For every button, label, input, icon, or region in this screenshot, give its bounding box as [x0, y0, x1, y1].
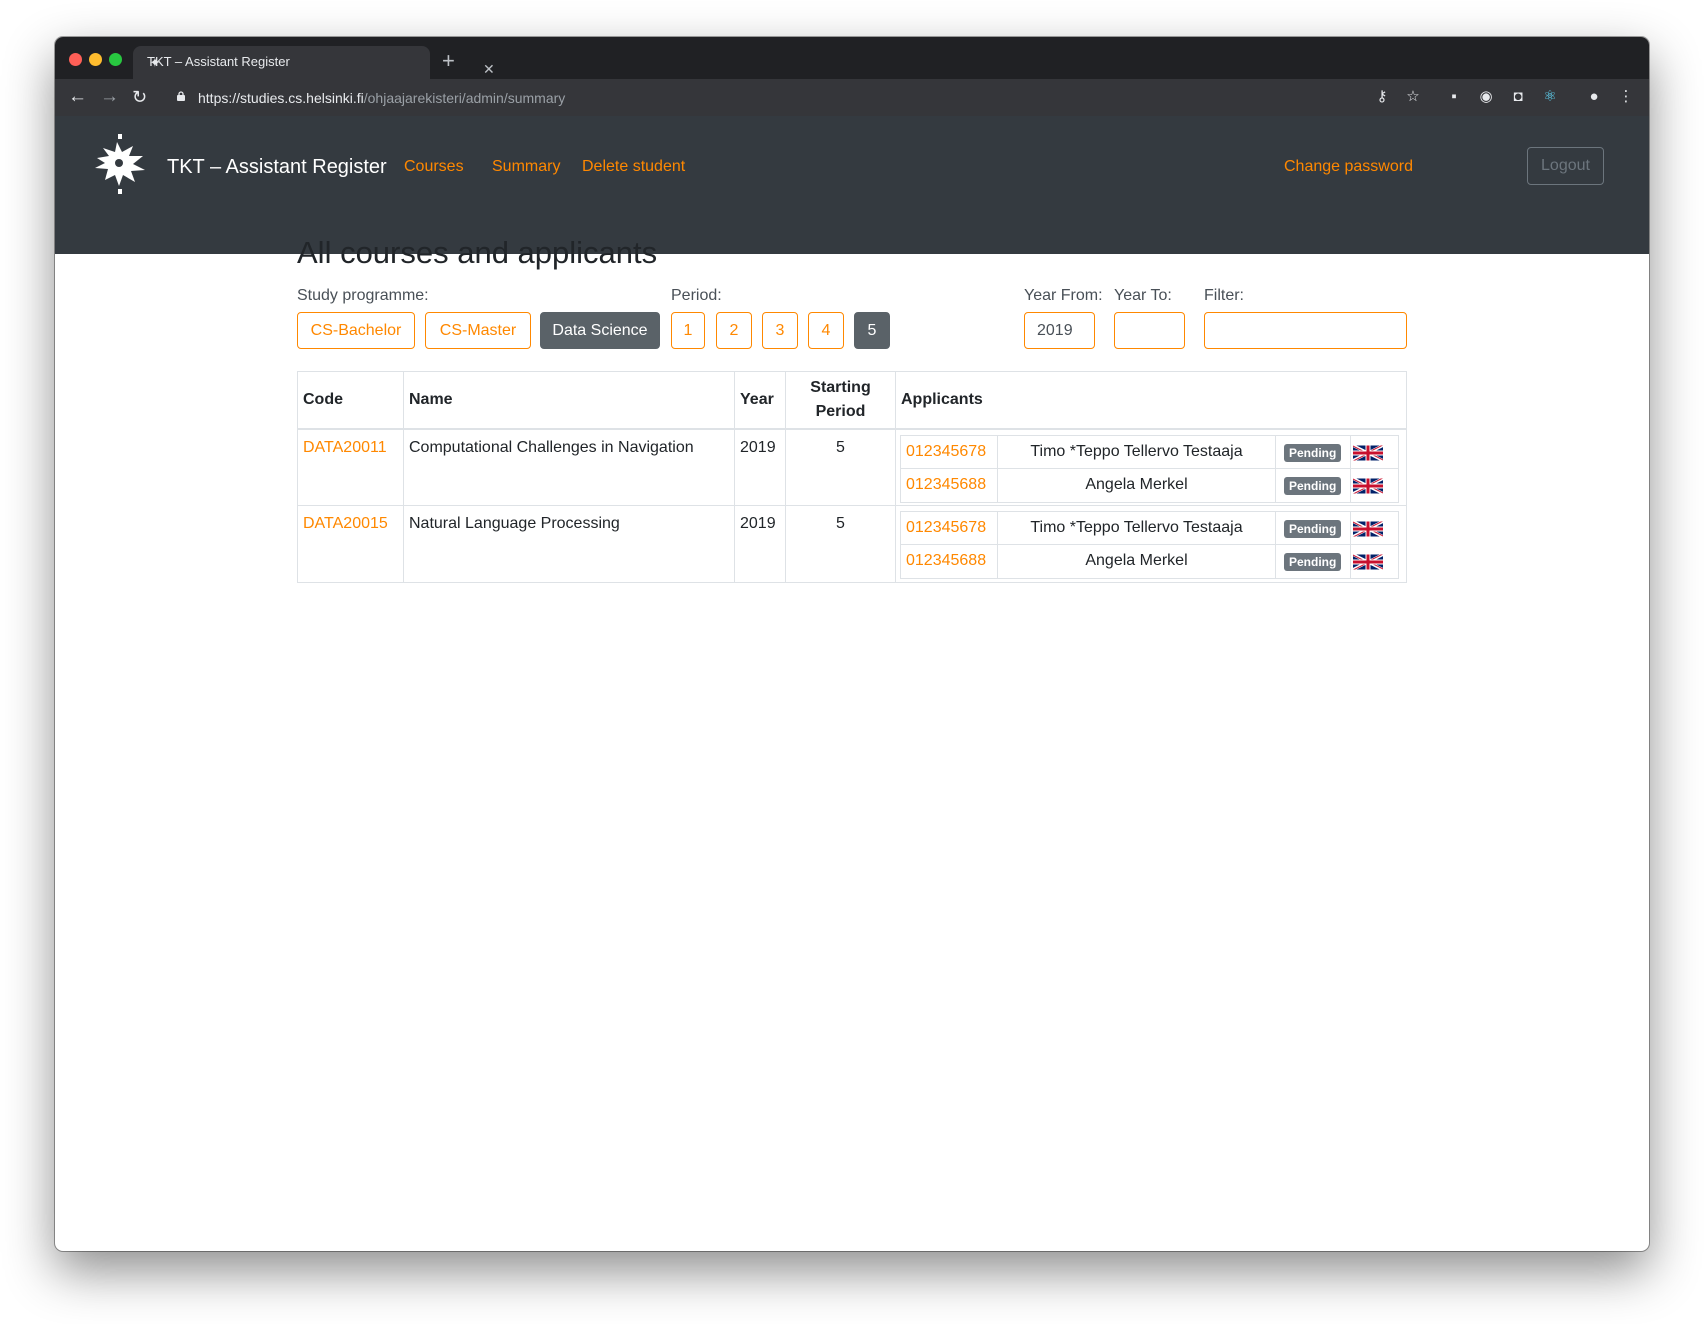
url-path: /ohjaajarekisteri/admin/summary	[363, 90, 566, 106]
tab-title: TKT – Assistant Register	[147, 54, 290, 69]
applicant-row: 012345688 Angela Merkel Pending	[901, 469, 1398, 502]
brand-title[interactable]: TKT – Assistant Register	[167, 156, 387, 179]
uk-flag-icon	[1353, 444, 1383, 462]
courses-table: Code Name Year Starting Period Applicant…	[297, 371, 1407, 583]
year-from-label: Year From:	[1024, 287, 1103, 304]
study-programme-label: Study programme:	[297, 287, 429, 304]
minimize-window-button[interactable]	[89, 53, 102, 66]
course-period: 5	[836, 515, 845, 532]
period-button-5[interactable]: 5	[854, 312, 890, 349]
status-badge: Pending	[1284, 444, 1342, 462]
status-badge: Pending	[1284, 477, 1342, 495]
change-password-link[interactable]: Change password	[1284, 158, 1413, 176]
tab-close-icon[interactable]: ✕	[483, 61, 495, 78]
period-label: Period:	[671, 287, 722, 304]
app-navbar: TKT – Assistant Register Courses Summary…	[55, 116, 1649, 254]
student-name: Angela Merkel	[1085, 552, 1188, 569]
reload-icon[interactable]: ↻	[132, 87, 147, 107]
table-row: DATA20015 Natural Language Processing 20…	[298, 506, 1406, 582]
table-header: Code Name Year Starting Period Applicant…	[298, 372, 1406, 430]
lock-icon	[177, 91, 185, 101]
student-number-link[interactable]: 012345688	[906, 469, 986, 501]
react-devtools-icon[interactable]: ⚛	[1541, 88, 1559, 106]
header-code: Code	[303, 391, 343, 408]
header-year: Year	[740, 391, 774, 408]
tab-bar: ✦ ✕ TKT – Assistant Register +	[55, 37, 1649, 79]
student-number-link[interactable]: 012345678	[906, 512, 986, 544]
student-name: Timo *Teppo Tellervo Testaaja	[1030, 443, 1243, 460]
course-year: 2019	[740, 515, 776, 532]
key-icon[interactable]: ⚷	[1373, 88, 1391, 106]
university-logo-icon	[95, 134, 145, 194]
period-button-3[interactable]: 3	[762, 312, 798, 349]
year-to-input[interactable]	[1114, 312, 1185, 349]
applicant-row: 012345688 Angela Merkel Pending	[901, 545, 1398, 578]
course-code-link[interactable]: DATA20011	[303, 439, 387, 457]
menu-icon[interactable]: ⋮	[1617, 88, 1635, 106]
profile-icon[interactable]: ●	[1585, 88, 1603, 106]
header-applicants: Applicants	[901, 391, 983, 408]
extension-icon[interactable]: ▪	[1445, 88, 1463, 106]
course-code-link[interactable]: DATA20015	[303, 515, 388, 533]
logout-button[interactable]: Logout	[1527, 147, 1604, 185]
course-name: Natural Language Processing	[409, 515, 620, 532]
applicants-table: 012345678 Timo *Teppo Tellervo Testaaja …	[900, 511, 1399, 579]
filter-input[interactable]	[1204, 312, 1407, 349]
extension-icon[interactable]: ◘	[1509, 88, 1527, 106]
course-period: 5	[836, 439, 845, 456]
back-icon[interactable]: ←	[68, 87, 87, 107]
course-name: Computational Challenges in Navigation	[409, 439, 694, 456]
student-name: Angela Merkel	[1085, 476, 1188, 493]
new-tab-icon[interactable]: +	[442, 48, 455, 74]
course-year: 2019	[740, 439, 776, 456]
nav-link-delete-student[interactable]: Delete student	[582, 158, 685, 176]
programme-button-data-science[interactable]: Data Science	[540, 312, 660, 349]
year-to-label: Year To:	[1114, 287, 1172, 304]
status-badge: Pending	[1284, 553, 1342, 571]
applicant-row: 012345678 Timo *Teppo Tellervo Testaaja …	[901, 436, 1398, 469]
applicants-table: 012345678 Timo *Teppo Tellervo Testaaja …	[900, 435, 1399, 503]
period-button-4[interactable]: 4	[808, 312, 844, 349]
uk-flag-icon	[1353, 477, 1383, 495]
close-window-button[interactable]	[69, 53, 82, 66]
period-button-1[interactable]: 1	[671, 312, 705, 349]
table-row: DATA20011 Computational Challenges in Na…	[298, 430, 1406, 506]
url-field[interactable]: https://studies.cs.helsinki.fi/ohjaajare…	[198, 90, 565, 106]
url-host: https://studies.cs.helsinki.fi	[198, 90, 364, 106]
browser-window: ✦ ✕ TKT – Assistant Register + ← → ↻ htt…	[55, 37, 1649, 1251]
applicant-row: 012345678 Timo *Teppo Tellervo Testaaja …	[901, 512, 1398, 545]
programme-button-cs-bachelor[interactable]: CS-Bachelor	[297, 312, 415, 349]
uk-flag-icon	[1353, 553, 1383, 571]
address-bar: ← → ↻ https://studies.cs.helsinki.fi/ohj…	[55, 79, 1649, 116]
student-name: Timo *Teppo Tellervo Testaaja	[1030, 519, 1243, 536]
status-badge: Pending	[1284, 520, 1342, 538]
year-from-input[interactable]: 2019	[1024, 312, 1095, 349]
filter-label: Filter:	[1204, 287, 1244, 304]
nav-link-summary[interactable]: Summary	[492, 158, 560, 176]
nav-link-courses[interactable]: Courses	[404, 158, 464, 176]
programme-button-cs-master[interactable]: CS-Master	[425, 312, 531, 349]
extension-icon[interactable]: ◉	[1477, 88, 1495, 106]
uk-flag-icon	[1353, 520, 1383, 538]
page-title: All courses and applicants	[297, 235, 658, 270]
header-starting-period: Starting Period	[810, 379, 871, 420]
period-button-2[interactable]: 2	[716, 312, 752, 349]
forward-icon[interactable]: →	[100, 87, 119, 107]
student-number-link[interactable]: 012345688	[906, 545, 986, 577]
maximize-window-button[interactable]	[109, 53, 122, 66]
student-number-link[interactable]: 012345678	[906, 436, 986, 468]
star-icon[interactable]: ☆	[1404, 88, 1422, 106]
header-name: Name	[409, 391, 453, 408]
